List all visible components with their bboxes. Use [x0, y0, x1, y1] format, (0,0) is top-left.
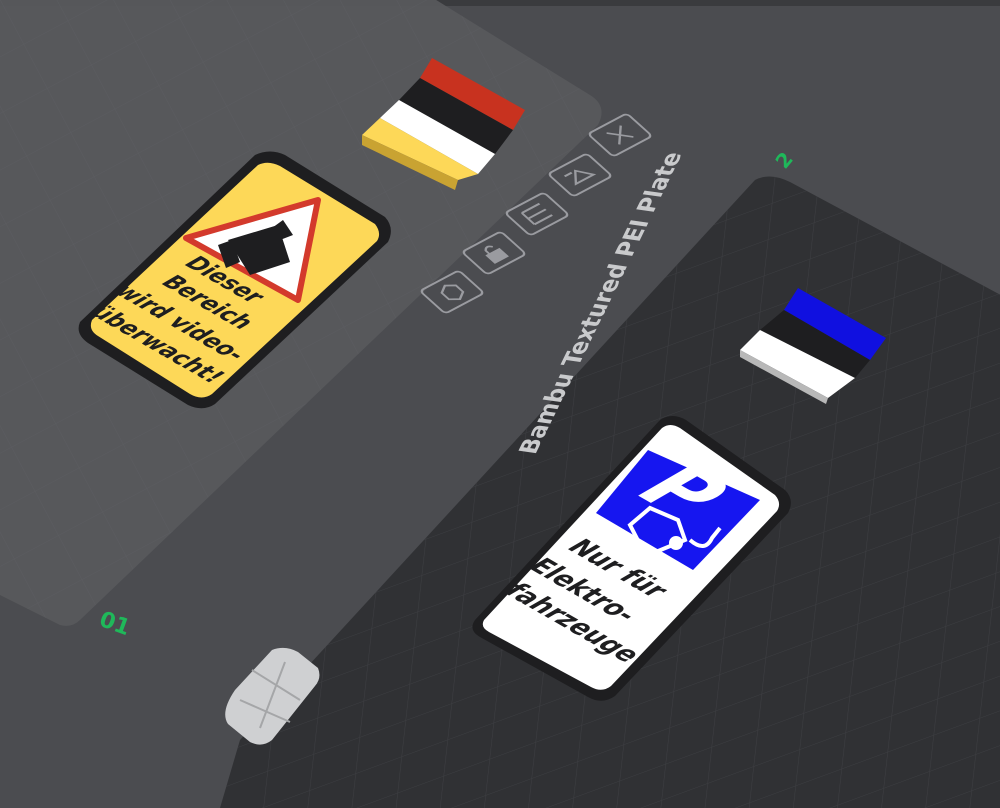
3d-viewport[interactable]: Bambu Textured PEI Plate 01 2 Dieser Ber…	[0, 0, 1000, 808]
plate-number-2: 2	[770, 147, 797, 173]
viewport-canvas[interactable]: Bambu Textured PEI Plate 01 2 Dieser Ber…	[0, 0, 1000, 808]
plate-number-1: 01	[96, 607, 133, 641]
